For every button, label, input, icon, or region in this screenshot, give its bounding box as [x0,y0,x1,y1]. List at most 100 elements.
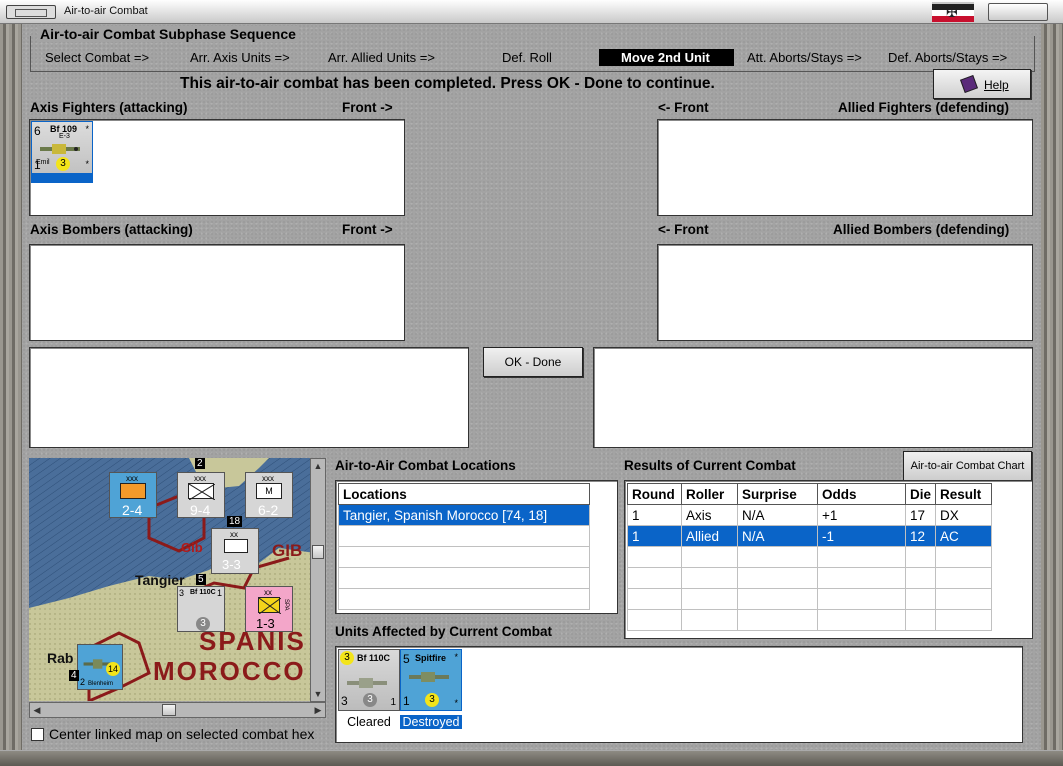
scroll-down-icon[interactable]: ▼ [311,687,325,701]
map-counter-size: xxx [126,474,138,483]
help-button-label: Help [984,78,1009,92]
counter-top-left: 5 [403,652,410,666]
axis-bombers-front: Front -> [342,222,393,237]
title-bar[interactable]: Air-to-air Combat ✠ [0,0,1063,24]
map-counter-size: xxx [194,474,206,483]
map-counter-side: SPA [283,599,289,611]
map-counter-axis-corps[interactable]: xxx 9-4 [177,472,225,518]
location-row[interactable] [338,567,590,589]
infantry-symbol-icon [120,483,146,499]
result-row[interactable]: 1 Allied N/A -1 12 AC [627,525,993,547]
map-counter-size: xx [264,588,272,597]
status-message: This air-to-air combat has been complete… [180,75,715,92]
location-row[interactable]: Tangier, Spanish Morocco [74, 18] [338,504,590,526]
map-counter-spanish-division[interactable]: xx SPA 1-3 [245,586,293,632]
map-counter-blenheim[interactable]: 14 2 Blenheim [77,644,123,690]
air-combat-chart-button[interactable]: Air-to-air Combat Chart [903,451,1032,481]
scroll-left-icon[interactable]: ◀ [30,703,44,717]
fighter-plane-icon [347,678,387,688]
subphase-title: Air-to-air Combat Subphase Sequence [38,26,298,42]
window-menu-icon[interactable] [6,5,56,19]
vertical-scroll-thumb[interactable] [312,545,324,559]
locations-list[interactable]: Locations Tangier, Spanish Morocco [74, … [335,480,618,614]
axis-flag-icon: ✠ [932,2,974,22]
map-label-rab: Rab [47,650,74,666]
counter-bottom-right: 1 [390,697,396,708]
allied-fighters-label: Allied Fighters (defending) [838,100,1009,115]
allied-bombers-front: <- Front [658,222,709,237]
map-horizontal-scrollbar[interactable]: ◀ ▶ [29,702,326,718]
map-counter-division[interactable]: xx 3-3 [211,528,259,574]
fighter-plane-icon [40,144,80,154]
location-row[interactable] [338,546,590,568]
counter-range-dot: 3 [56,157,70,171]
linked-map[interactable]: Gib GIB Tangier SPANIS MOROCCO Rab xxx 2… [29,458,315,701]
result-row[interactable] [627,567,993,589]
results-table: Round Roller Surprise Odds Die Result 1A… [627,483,993,631]
counter-name: Spitfire [415,653,447,663]
map-counter-bf110c[interactable]: 3 Bf 110C 1 3 [177,586,225,632]
axis-bombers-box[interactable] [29,244,405,341]
location-row[interactable] [338,588,590,610]
spitfire-counter[interactable]: 5 Spitfire * 1 3 * [400,649,462,711]
close-window-button[interactable] [988,3,1048,21]
map-counter-dot: 14 [106,662,120,676]
map-counter-mountain-corps[interactable]: xxx M 6-2 [245,472,293,518]
bf110c-counter[interactable]: 3 Bf 110C 3 3 1 [338,649,400,711]
result-row[interactable]: 1 Axis N/A +1 17 DX [627,504,993,526]
map-counter-allied-corps[interactable]: xxx 2-4 [109,472,157,518]
unit-status-cleared: Cleared [347,715,391,729]
affected-title: Units Affected by Current Combat [335,624,553,639]
counter-air-combat: 6 [34,124,41,138]
window-frame-right [1041,24,1063,766]
counter-bottom-left: 3 [341,694,348,708]
garrison-symbol-icon [224,539,248,553]
map-counter-size: xx [230,530,238,539]
map-counter-name: Blenheim [88,681,114,687]
step-defender-roll: Def. Roll [502,50,552,65]
counter-corner-mark-2: * [85,159,89,169]
result-row[interactable] [627,588,993,610]
center-map-label: Center linked map on selected combat hex [49,726,315,742]
bf109-counter[interactable]: 6 Bf 109 E-3 * Emil 1 3 * [31,121,93,183]
affected-units-box[interactable]: 3 Bf 110C 3 3 1 Cleared 5 Spitfire * 1 3… [335,646,1023,743]
results-table-box[interactable]: Round Roller Surprise Odds Die Result 1A… [624,480,1033,639]
axis-fighters-box[interactable]: 6 Bf 109 E-3 * Emil 1 3 * [29,119,405,216]
dialog-content: Air-to-air Combat Subphase Sequence Sele… [22,24,1041,750]
map-label-morocco: MOROCCO [153,656,306,686]
map-counter-value: 3-3 [222,557,241,572]
map-vertical-scrollbar[interactable]: ▲ ▼ [310,458,326,702]
window-frame-left [0,24,22,766]
step-arrange-axis: Arr. Axis Units => [190,50,290,65]
infantry-symbol-icon [258,597,282,615]
result-row[interactable] [627,609,993,631]
ok-done-button[interactable]: OK - Done [483,347,583,377]
locations-title: Air-to-Air Combat Locations [335,458,516,473]
allied-fighters-box[interactable] [657,119,1033,216]
map-stack-count: 2 [195,458,205,469]
allied-bombers-box[interactable] [657,244,1033,341]
map-counter-dot: 3 [196,617,210,631]
result-row[interactable] [627,546,993,568]
help-button[interactable]: Help [933,69,1031,99]
axis-fighters-front: Front -> [342,100,393,115]
map-label-gib-small: Gib [181,540,203,555]
scroll-right-icon[interactable]: ▶ [311,703,325,717]
map-stack-count: 5 [196,574,206,585]
counter-variant: E-3 [59,133,70,140]
step-arrange-allied: Arr. Allied Units => [328,50,435,65]
map-stack-count: 4 [69,670,79,681]
window-title: Air-to-air Combat [64,5,148,17]
affected-unit-spitfire[interactable]: 5 Spitfire * 1 3 * Destroyed [400,649,462,729]
center-map-checkbox[interactable] [31,728,44,741]
map-counter-left: 3 [179,588,185,598]
scroll-up-icon[interactable]: ▲ [311,459,325,473]
center-map-option[interactable]: Center linked map on selected combat hex [29,725,333,745]
horizontal-scroll-thumb[interactable] [162,704,176,716]
step-move-2nd-unit: Move 2nd Unit [599,49,734,66]
location-row[interactable] [338,525,590,547]
counter-selection-bar [32,173,92,182]
results-header-row: Round Roller Surprise Odds Die Result [627,483,993,505]
axis-fighters-label: Axis Fighters (attacking) [30,100,188,115]
affected-unit-bf110c[interactable]: 3 Bf 110C 3 3 1 Cleared [338,649,400,729]
